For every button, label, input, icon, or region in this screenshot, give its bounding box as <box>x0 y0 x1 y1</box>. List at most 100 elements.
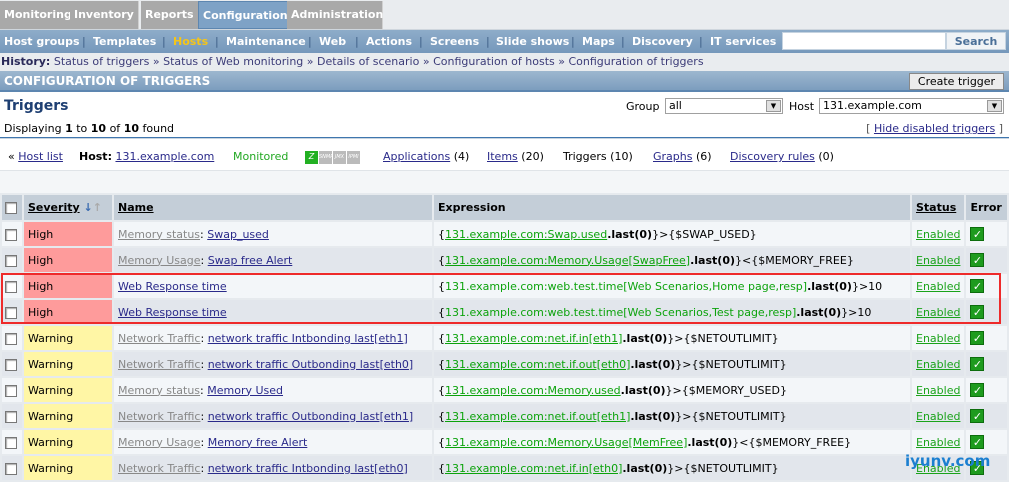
hide-disabled-link[interactable]: Hide disabled triggers <box>874 122 995 135</box>
host-link[interactable]: 131.example.com <box>115 150 214 163</box>
application-link[interactable]: Network Traffic <box>118 358 200 371</box>
status-toggle[interactable]: Enabled <box>916 306 960 319</box>
status-toggle[interactable]: Enabled <box>916 254 960 267</box>
row-checkbox[interactable] <box>5 254 17 267</box>
status-toggle[interactable]: Enabled <box>916 358 960 371</box>
application-link[interactable]: Memory status <box>118 228 200 241</box>
application-link[interactable]: Memory status <box>118 384 200 397</box>
sort-status[interactable]: Status <box>916 201 956 214</box>
trigger-name-link[interactable]: Web Response time <box>118 280 227 293</box>
application-link[interactable]: Network Traffic <box>118 462 200 475</box>
menu-maintenance[interactable]: Maintenance <box>226 35 306 48</box>
table-row: High Web Response time {131.example.com:we… <box>2 274 1007 298</box>
trigger-name-link[interactable]: network traffic Outbonding last[eth0] <box>208 358 414 371</box>
ok-check-icon: ✓ <box>970 409 985 423</box>
menu-web[interactable]: Web <box>319 35 346 48</box>
status-toggle[interactable]: Enabled <box>916 410 960 423</box>
status-toggle[interactable]: Enabled <box>916 280 960 293</box>
group-select[interactable]: all ▼ <box>665 98 783 114</box>
separator: » <box>422 55 430 68</box>
discovery-rules-link[interactable]: Discovery rules <box>730 150 815 163</box>
tab-reports[interactable]: Reports <box>141 1 199 29</box>
search-input[interactable] <box>782 32 946 50</box>
history-link[interactable]: Status of triggers <box>54 55 150 68</box>
sort-severity[interactable]: Severity <box>28 201 80 214</box>
menu-discovery[interactable]: Discovery <box>632 35 693 48</box>
expression-function: .last(0) <box>690 253 735 267</box>
tab-inventory[interactable]: Inventory <box>70 1 139 29</box>
expression-item-link[interactable]: 131.example.com:Swap.used <box>445 228 607 241</box>
application-link[interactable]: Network Traffic <box>118 332 200 345</box>
applications-link[interactable]: Applications <box>383 150 450 163</box>
history-link[interactable]: Details of scenario <box>317 55 419 68</box>
expression-item-link[interactable]: 131.example.com:web.test.time[Web Scenar… <box>445 280 807 293</box>
history-label: History: <box>1 55 51 68</box>
expression-function: .last(0) <box>796 305 842 319</box>
name-cell: Web Response time <box>114 300 432 324</box>
row-checkbox[interactable] <box>5 384 17 397</box>
separator: | <box>82 35 86 48</box>
expression-item-link[interactable]: 131.example.com:net.if.in[eth0] <box>445 462 622 475</box>
expression-item-link[interactable]: 131.example.com:Memory.used <box>445 384 621 397</box>
status-toggle[interactable]: Enabled <box>916 436 960 449</box>
history-link[interactable]: Configuration of hosts <box>433 55 555 68</box>
ok-check-icon: ✓ <box>970 357 985 371</box>
trigger-name-link[interactable]: Web Response time <box>118 306 227 319</box>
ok-check-icon: ✓ <box>970 305 985 319</box>
expression-item-link[interactable]: 131.example.com:web.test.time[Web Scenar… <box>445 306 796 319</box>
trigger-name-link[interactable]: Swap_used <box>207 228 269 241</box>
expression-item-link[interactable]: 131.example.com:Memory.Usage[MemFree] <box>445 436 687 449</box>
graphs-link[interactable]: Graphs <box>653 150 692 163</box>
tab-configuration[interactable]: Configuration <box>198 1 293 29</box>
history-link[interactable]: Status of Web monitoring <box>163 55 303 68</box>
trigger-name-link[interactable]: network traffic Intbonding last[eth0] <box>208 462 408 475</box>
expression-rest: }>{$NETOUTLIMIT} <box>675 409 787 423</box>
expression-item-link[interactable]: 131.example.com:net.if.out[eth0] <box>445 358 630 371</box>
tab-monitoring[interactable]: Monitoring <box>0 1 77 29</box>
row-checkbox[interactable] <box>5 332 17 345</box>
menu-screens[interactable]: Screens <box>430 35 479 48</box>
sort-name[interactable]: Name <box>118 201 154 214</box>
row-checkbox[interactable] <box>5 410 17 423</box>
trigger-name-link[interactable]: Swap free Alert <box>208 254 293 267</box>
menu-slide-shows[interactable]: Slide shows <box>496 35 569 48</box>
expression-item-link[interactable]: 131.example.com:Memory.Usage[SwapFree] <box>445 254 690 267</box>
host-status: Monitored <box>233 150 289 163</box>
row-checkbox[interactable] <box>5 306 17 319</box>
row-checkbox[interactable] <box>5 462 17 475</box>
expression-item-link[interactable]: 131.example.com:net.if.in[eth1] <box>445 332 622 345</box>
row-checkbox[interactable] <box>5 228 17 241</box>
menu-templates[interactable]: Templates <box>93 35 156 48</box>
status-toggle[interactable]: Enabled <box>916 332 960 345</box>
host-list-link[interactable]: Host list <box>18 150 63 163</box>
application-link[interactable]: Network Traffic <box>118 410 200 423</box>
menu-host-groups[interactable]: Host groups <box>4 35 80 48</box>
menu-hosts[interactable]: Hosts <box>173 35 208 48</box>
menu-actions[interactable]: Actions <box>366 35 412 48</box>
row-checkbox[interactable] <box>5 280 17 293</box>
menu-it-services[interactable]: IT services <box>710 35 776 48</box>
expression-cell: {131.example.com:web.test.time[Web Scena… <box>434 274 910 298</box>
status-toggle[interactable]: Enabled <box>916 384 960 397</box>
trigger-name-link[interactable]: network traffic Intbonding last[eth1] <box>208 332 408 345</box>
host-bar: « Host list Host: 131.example.com Monito… <box>8 150 834 164</box>
menu-maps[interactable]: Maps <box>582 35 615 48</box>
trigger-name-link[interactable]: network traffic Outbonding last[eth1] <box>208 410 414 423</box>
expression-item-link[interactable]: 131.example.com:net.if.out[eth1] <box>445 410 630 423</box>
history-link[interactable]: Configuration of triggers <box>568 55 703 68</box>
application-link[interactable]: Memory Usage <box>118 436 201 449</box>
create-trigger-button[interactable]: Create trigger <box>909 73 1004 90</box>
name-cell: Web Response time <box>114 274 432 298</box>
application-link[interactable]: Memory Usage <box>118 254 201 267</box>
tab-administration[interactable]: Administration <box>287 1 383 29</box>
search-button[interactable]: Search <box>946 32 1006 50</box>
row-checkbox[interactable] <box>5 436 17 449</box>
row-checkbox[interactable] <box>5 358 17 371</box>
trigger-name-link[interactable]: Memory Used <box>207 384 283 397</box>
select-all-checkbox[interactable] <box>5 202 17 214</box>
trigger-name-link[interactable]: Memory free Alert <box>208 436 308 449</box>
ok-check-icon: ✓ <box>970 383 985 397</box>
items-link[interactable]: Items <box>487 150 518 163</box>
host-select[interactable]: 131.example.com ▼ <box>819 98 1004 114</box>
status-toggle[interactable]: Enabled <box>916 228 960 241</box>
